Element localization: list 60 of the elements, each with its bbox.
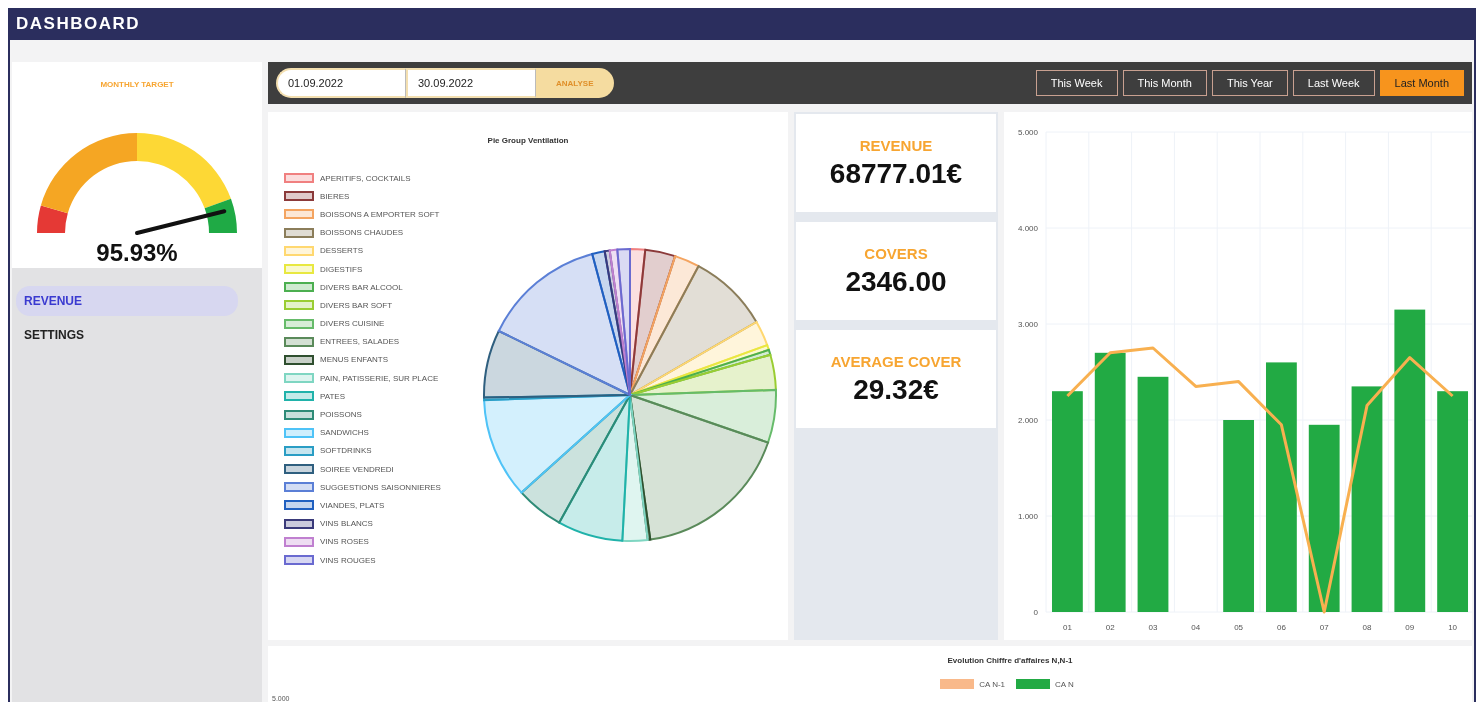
legend-label: SOIREE VENDREDI <box>320 464 394 474</box>
y-axis-label: 5.000 <box>1017 128 1038 137</box>
legend-label: BIERES <box>320 191 350 201</box>
period-button[interactable]: This Week <box>1035 70 1118 96</box>
kpi-value: 2346.00 <box>845 265 947 298</box>
x-axis-label: 10 <box>1448 623 1458 632</box>
x-axis-label: 03 <box>1148 623 1158 632</box>
y-axis-label: 1.000 <box>1017 512 1038 521</box>
y-axis-label: 0 <box>1033 608 1038 617</box>
x-axis-label: 06 <box>1276 623 1286 632</box>
legend-label: SOFTDRINKS <box>320 446 372 456</box>
legend-label: MENUS ENFANTS <box>320 355 388 365</box>
gauge-value: 95.93% <box>96 239 178 267</box>
legend-label: SUGGESTIONS SAISONNIERES <box>320 482 441 492</box>
x-axis-label: 09 <box>1405 623 1415 632</box>
legend-label: DESSERTS <box>320 246 363 256</box>
nav-item[interactable]: SETTINGS <box>16 320 238 350</box>
date-to-field[interactable]: 30.09.2022 <box>406 68 536 98</box>
kpi-label: COVERS <box>864 244 928 262</box>
kpi-label: AVERAGE COVER <box>830 352 962 370</box>
x-axis-label: 05 <box>1234 623 1244 632</box>
legend-label: DIVERS BAR ALCOOL <box>320 282 403 292</box>
kpi-value: 68777.01€ <box>829 157 963 190</box>
period-button[interactable]: Last Week <box>1292 70 1375 96</box>
legend-label: VINS ROUGES <box>320 555 376 565</box>
period-button[interactable]: Last Month <box>1379 70 1464 96</box>
legend-label: ENTREES, SALADES <box>320 337 400 347</box>
date-from-field[interactable]: 01.09.2022 <box>276 68 406 98</box>
y-axis-label: 2.000 <box>1017 416 1038 425</box>
legend-label: SANDWICHS <box>320 428 369 438</box>
kpi-value: 29.32€ <box>853 373 939 406</box>
legend-label: CA N <box>1055 679 1074 689</box>
x-axis-label: 08 <box>1362 623 1372 632</box>
period-button[interactable]: This Month <box>1122 70 1207 96</box>
legend-label: POISSONS <box>320 410 362 420</box>
chart-title: Evolution Chiffre d'affaires N,N-1 <box>947 656 1073 665</box>
legend-label: DIVERS CUISINE <box>320 319 385 329</box>
x-axis-label: 01 <box>1062 623 1072 632</box>
nav-item[interactable]: REVENUE <box>16 286 238 316</box>
x-axis-label: 07 <box>1319 623 1329 632</box>
y-axis-label: 3.000 <box>1017 320 1038 329</box>
y-axis-label: 4.000 <box>1017 224 1038 233</box>
period-button[interactable]: This Year <box>1211 70 1288 96</box>
legend-label: VINS ROSES <box>320 537 369 547</box>
kpi-label: REVENUE <box>859 136 933 154</box>
legend-label: PATES <box>320 391 346 401</box>
chart-title: Pie Group Ventilation <box>486 136 570 145</box>
legend-label: DIVERS BAR SOFT <box>320 300 392 310</box>
gauge-title: MONTHLY TARGET <box>100 80 174 89</box>
legend-label: APERITIFS, COCKTAILS <box>320 173 411 183</box>
x-axis-label: 04 <box>1191 623 1201 632</box>
x-axis-label: 02 <box>1105 623 1115 632</box>
legend-label: BOISSONS A EMPORTER SOFT <box>320 209 440 219</box>
legend-label: VINS BLANCS <box>320 519 373 529</box>
legend-label: VIANDES, PLATS <box>320 500 385 510</box>
legend-label: DIGESTIFS <box>320 264 363 274</box>
legend-label: PAIN, PATISSERIE, SUR PLACE <box>320 373 439 383</box>
app-title: DASHBOARD <box>16 14 140 34</box>
legend-label: CA N-1 <box>979 679 1006 689</box>
legend-label: BOISSONS CHAUDES <box>320 228 404 238</box>
